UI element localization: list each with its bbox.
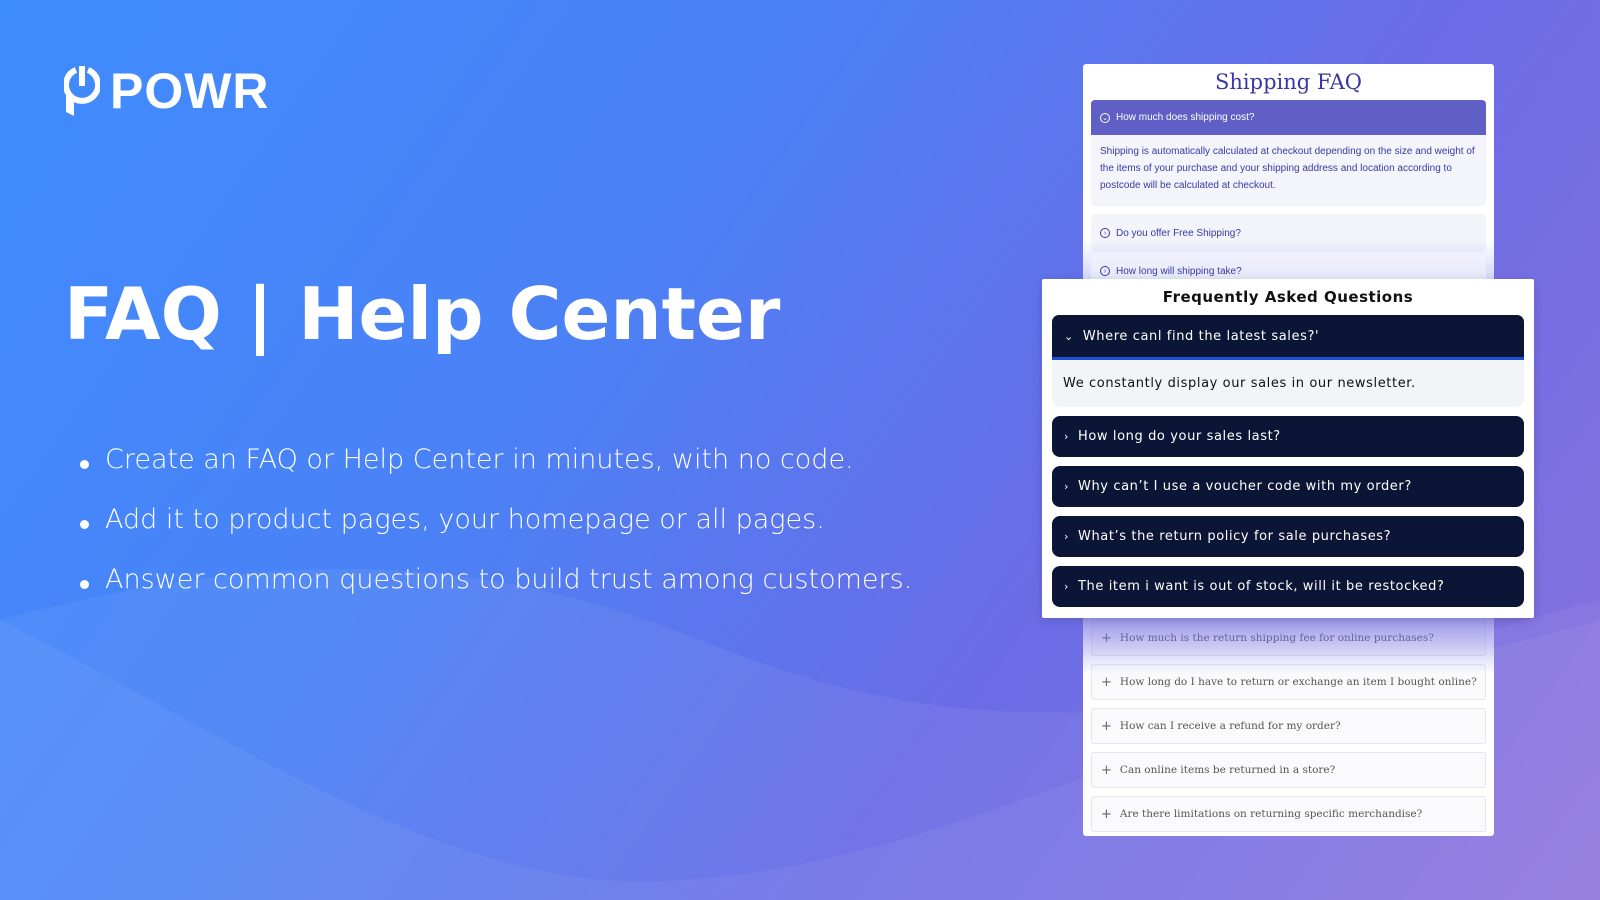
chevron-right-icon: › — [1064, 430, 1069, 443]
plus-icon: + — [1101, 806, 1112, 822]
main-faq-widget: Frequently Asked Questions ⌄ Where canl f… — [1042, 279, 1534, 618]
brand-name: POWR — [110, 63, 270, 119]
faq-question: The item i want is out of stock, will it… — [1078, 579, 1445, 594]
main-faq-title: Frequently Asked Questions — [1162, 288, 1414, 306]
faq-question: How long do I have to return or exchange… — [1119, 676, 1477, 688]
faq-question: How long will shipping take? — [1116, 265, 1242, 277]
plus-icon: + — [1101, 630, 1112, 646]
faq-question: Can online items be returned in a store? — [1119, 764, 1336, 776]
faq-answer: We constantly display our sales in our n… — [1052, 360, 1524, 407]
faq-question: How can I receive a refund for my order? — [1119, 720, 1341, 732]
bullet-icon — [80, 460, 89, 469]
faq-answer: Shipping is automatically calculated at … — [1091, 135, 1486, 206]
faq-question: What’s the return policy for sale purcha… — [1078, 529, 1392, 544]
plus-icon: + — [1101, 718, 1112, 734]
chevron-right-icon: › — [1064, 480, 1069, 493]
feature-text: Add it to product pages, your homepage o… — [105, 504, 825, 535]
faq-item[interactable]: + How can I receive a refund for my order… — [1091, 708, 1486, 744]
feature-item: Add it to product pages, your homepage o… — [78, 504, 912, 564]
feature-item: Answer common questions to build trust a… — [78, 564, 912, 624]
bullet-icon — [80, 580, 89, 589]
faq-item[interactable]: › Why can’t I use a voucher code with my … — [1052, 466, 1524, 507]
chevron-right-icon: › — [1064, 580, 1069, 593]
hero-title: FAQ | Help Center — [64, 272, 781, 356]
faq-item[interactable]: + How long do I have to return or exchang… — [1091, 664, 1486, 700]
returns-faq-list: + How much is the return shipping fee for… — [1083, 620, 1494, 836]
chevron-right-icon: › — [1064, 530, 1069, 543]
chevron-down-circle-icon: ⌄ — [1100, 112, 1110, 123]
power-p-logo-icon — [64, 66, 100, 116]
faq-item[interactable]: + Are there limitations on returning spec… — [1091, 796, 1486, 832]
faq-question: How much does shipping cost? — [1116, 112, 1255, 123]
faq-item[interactable]: + How much is the return shipping fee for… — [1091, 620, 1486, 656]
feature-list: Create an FAQ or Help Center in minutes,… — [78, 444, 912, 624]
faq-question: How long do your sales last? — [1078, 429, 1281, 444]
plus-icon: + — [1101, 674, 1112, 690]
shipping-faq-title: Shipping FAQ — [1215, 70, 1362, 94]
faq-item[interactable]: › How long do your sales last? — [1052, 416, 1524, 457]
faq-item[interactable]: › The item i want is out of stock, will i… — [1052, 566, 1524, 607]
plus-icon: + — [1101, 762, 1112, 778]
faq-question: Do you offer Free Shipping? — [1116, 227, 1241, 239]
feature-text: Answer common questions to build trust a… — [105, 564, 913, 595]
chevron-right-circle-icon: › — [1100, 266, 1110, 276]
faq-question: Why can’t I use a voucher code with my o… — [1078, 479, 1412, 494]
feature-item: Create an FAQ or Help Center in minutes,… — [78, 444, 912, 504]
feature-text: Create an FAQ or Help Center in minutes,… — [105, 444, 854, 475]
chevron-down-icon: ⌄ — [1064, 329, 1074, 343]
faq-question: Are there limitations on returning speci… — [1119, 808, 1423, 820]
faq-question: Where canl find the latest sales?' — [1082, 328, 1320, 344]
faq-item-open[interactable]: ⌄ Where canl find the latest sales?' We c… — [1052, 315, 1524, 407]
faq-item[interactable]: › What’s the return policy for sale purch… — [1052, 516, 1524, 557]
powr-logo: POWR — [64, 62, 270, 120]
bullet-icon — [80, 520, 89, 529]
faq-item-open[interactable]: ⌄ How much does shipping cost? Shipping i… — [1091, 100, 1486, 206]
faq-item[interactable]: + Can online items be returned in a store… — [1091, 752, 1486, 788]
chevron-right-circle-icon: › — [1100, 228, 1110, 238]
faq-question: How much is the return shipping fee for … — [1119, 632, 1434, 644]
